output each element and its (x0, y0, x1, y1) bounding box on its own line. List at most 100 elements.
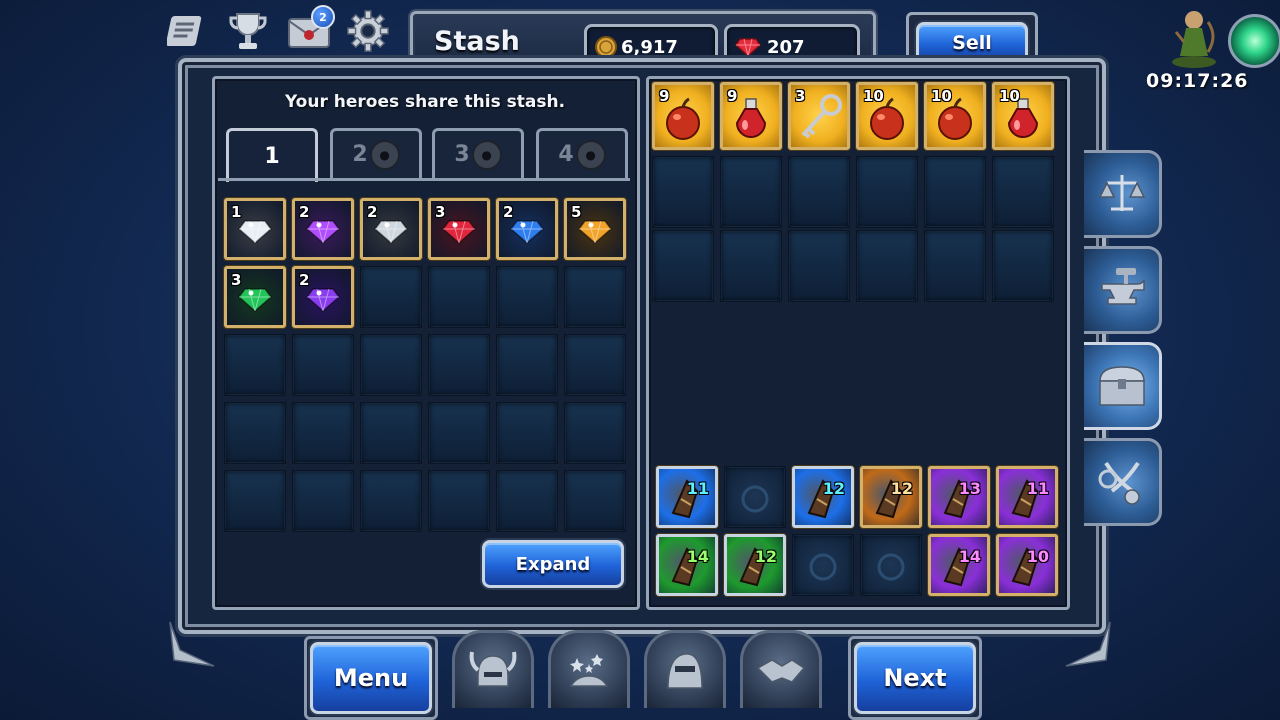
gem-item[interactable]: 5 (564, 198, 626, 260)
gold-amount: 6,917 (621, 36, 678, 58)
item-quantity: 2 (299, 271, 310, 289)
stash-slot[interactable] (428, 266, 490, 328)
quest-log-icon[interactable] (166, 8, 210, 54)
apple-item[interactable]: 10 (924, 82, 986, 150)
stash-slot[interactable] (360, 266, 422, 328)
inventory-slot[interactable] (788, 230, 850, 302)
portal-orb-icon[interactable] (1228, 14, 1280, 68)
equipment-item[interactable]: 12 (724, 534, 786, 596)
hero-tab-handshake[interactable] (740, 630, 822, 708)
gem-item[interactable]: 2 (496, 198, 558, 260)
tab-label: 4 (558, 142, 574, 167)
apple-item[interactable]: 10 (856, 82, 918, 150)
item-quantity: 3 (231, 271, 242, 289)
stash-tab-1[interactable]: 1 (226, 128, 318, 182)
apple-item[interactable]: 9 (652, 82, 714, 150)
inventory-slot[interactable] (720, 156, 782, 228)
stash-tab-2[interactable]: 2 ● (330, 128, 422, 178)
stash-slot[interactable] (496, 334, 558, 396)
stash-slot[interactable] (428, 470, 490, 532)
inventory-slot[interactable] (652, 156, 714, 228)
item-quantity: 9 (659, 87, 670, 105)
stash-slot[interactable] (428, 334, 490, 396)
side-tab-stash[interactable] (1084, 342, 1162, 430)
key-item[interactable]: 3 (788, 82, 850, 150)
item-quantity: 10 (999, 87, 1020, 105)
ruby-gem-icon (735, 38, 761, 57)
menu-button[interactable]: Menu (310, 642, 432, 714)
equipment-item[interactable]: 10 (996, 534, 1058, 596)
item-quantity: 10 (863, 87, 884, 105)
tongs-icon (1098, 461, 1140, 505)
horned-helmet-icon (469, 651, 517, 687)
stash-slot[interactable] (564, 470, 626, 532)
side-tab-crafting[interactable] (1084, 438, 1162, 526)
inventory-slot[interactable] (652, 230, 714, 302)
equipment-item[interactable]: 11 (996, 466, 1058, 528)
equipment-item[interactable]: 14 (928, 534, 990, 596)
equipment-slot-empty[interactable] (724, 466, 786, 528)
stash-slot[interactable] (496, 470, 558, 532)
stash-slot[interactable] (360, 470, 422, 532)
equipment-item[interactable]: 12 (792, 466, 854, 528)
stash-slot[interactable] (360, 402, 422, 464)
inventory-slot[interactable] (788, 156, 850, 228)
stash-slot[interactable] (224, 402, 286, 464)
item-level: 11 (686, 479, 709, 498)
item-quantity: 3 (435, 203, 446, 221)
stash-slot[interactable] (292, 334, 354, 396)
equipment-item[interactable]: 12 (860, 466, 922, 528)
hero-tab-mage[interactable] (548, 630, 630, 708)
gold-coin-icon (595, 36, 617, 58)
gem-item[interactable]: 1 (224, 198, 286, 260)
tab-label: 2 (352, 142, 368, 167)
stash-slot[interactable] (292, 470, 354, 532)
handshake-icon (756, 658, 806, 683)
stash-slot[interactable] (496, 266, 558, 328)
expand-button[interactable]: Expand (482, 540, 624, 588)
hero-portrait[interactable] (1164, 2, 1226, 72)
potion-item[interactable]: 10 (992, 82, 1054, 150)
gem-item[interactable]: 2 (292, 266, 354, 328)
hero-tab-rogue[interactable] (644, 630, 726, 708)
item-level: 14 (958, 547, 981, 566)
inventory-slot[interactable] (992, 230, 1054, 302)
equipment-slot-empty[interactable] (792, 534, 854, 596)
stash-slot[interactable] (496, 402, 558, 464)
stash-slot[interactable] (564, 334, 626, 396)
gem-item[interactable]: 2 (292, 198, 354, 260)
hero-tab-warrior[interactable] (452, 630, 534, 708)
stash-slot[interactable] (428, 402, 490, 464)
inventory-slot[interactable] (720, 230, 782, 302)
equipment-item[interactable]: 14 (656, 534, 718, 596)
stash-tab-3[interactable]: 3 ● (432, 128, 524, 178)
inventory-slot[interactable] (856, 156, 918, 228)
stash-slot[interactable] (360, 334, 422, 396)
mail-icon[interactable]: 2 (287, 5, 335, 54)
potion-item[interactable]: 9 (720, 82, 782, 150)
settings-gear-icon[interactable] (346, 8, 390, 54)
side-tab-merchant[interactable] (1084, 150, 1162, 238)
gem-item[interactable]: 2 (360, 198, 422, 260)
stash-slot[interactable] (564, 266, 626, 328)
gem-item[interactable]: 3 (224, 266, 286, 328)
side-tab-blacksmith[interactable] (1084, 246, 1162, 334)
stash-slot[interactable] (224, 470, 286, 532)
lock-icon: ● (575, 139, 606, 170)
inventory-slot[interactable] (924, 230, 986, 302)
stash-slot[interactable] (564, 402, 626, 464)
lock-icon: ● (369, 139, 400, 170)
stash-slot[interactable] (224, 334, 286, 396)
next-button[interactable]: Next (854, 642, 976, 714)
stash-slot[interactable] (292, 402, 354, 464)
inventory-slot[interactable] (992, 156, 1054, 228)
gem-item[interactable]: 3 (428, 198, 490, 260)
trophy-icon[interactable] (226, 8, 270, 54)
equipment-item[interactable]: 13 (928, 466, 990, 528)
equipment-slot-empty[interactable] (860, 534, 922, 596)
inventory-slot[interactable] (856, 230, 918, 302)
equipment-item[interactable]: 11 (656, 466, 718, 528)
stash-tab-4[interactable]: 4 ● (536, 128, 628, 178)
magic-hand-icon (569, 653, 609, 687)
inventory-slot[interactable] (924, 156, 986, 228)
